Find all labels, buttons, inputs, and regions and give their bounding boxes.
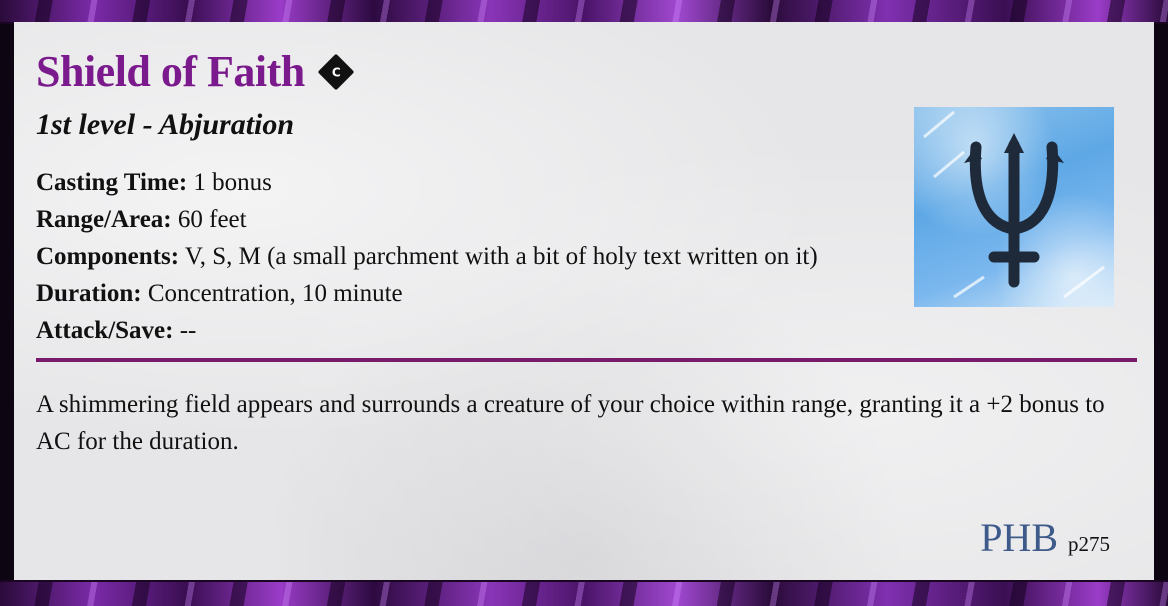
trident-psi-icon: [923, 110, 1105, 299]
stat-value: V, S, M (a small parchment with a bit of…: [184, 243, 818, 270]
stat-duration: Duration: Concentration, 10 minute: [36, 275, 818, 312]
section-divider: [36, 358, 1137, 362]
source-page: p275: [1068, 532, 1110, 556]
spell-stats: Casting Time: 1 bonus Range/Area: 60 fee…: [36, 164, 818, 349]
stat-range: Range/Area: 60 feet: [36, 201, 818, 238]
card-border-top: [0, 0, 1168, 24]
stat-value: Concentration, 10 minute: [147, 280, 403, 307]
concentration-icon: C: [317, 53, 355, 91]
stat-label: Duration:: [36, 280, 142, 307]
stat-attack-save: Attack/Save: --: [36, 312, 818, 349]
source-reference: PHB p275: [980, 514, 1110, 561]
stat-components: Components: V, S, M (a small parchment w…: [36, 238, 818, 275]
stat-casting-time: Casting Time: 1 bonus: [36, 164, 818, 201]
source-book: PHB: [980, 515, 1058, 560]
spell-level-school: 1st level - Abjuration: [36, 108, 295, 141]
spell-art-image: [914, 107, 1114, 307]
stat-value: --: [179, 317, 197, 344]
spell-title: Shield of Faith: [36, 47, 305, 96]
stat-label: Attack/Save:: [36, 317, 174, 344]
spell-card: Shield of Faith C 1st level - Abjuration…: [0, 0, 1168, 606]
stat-label: Casting Time:: [36, 169, 188, 196]
title-row: Shield of Faith C: [36, 46, 355, 98]
stat-value: 1 bonus: [193, 169, 272, 196]
stat-value: 60 feet: [177, 206, 247, 233]
spell-description: A shimmering field appears and surrounds…: [36, 391, 1105, 455]
card-border-bottom: [0, 580, 1168, 606]
stat-label: Components:: [36, 243, 180, 270]
stat-label: Range/Area:: [36, 206, 172, 233]
concentration-badge-label: C: [331, 65, 341, 79]
card-body: Shield of Faith C 1st level - Abjuration…: [14, 22, 1154, 582]
